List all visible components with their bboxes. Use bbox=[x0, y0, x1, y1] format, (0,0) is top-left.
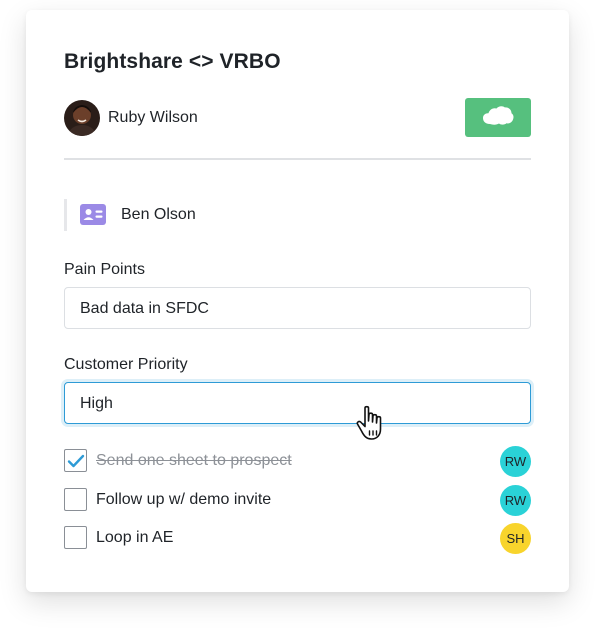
task-label: Send one sheet to prospect bbox=[96, 452, 292, 469]
task-label: Loop in AE bbox=[96, 529, 174, 546]
task-item: Loop in AE SH bbox=[64, 523, 531, 554]
owner-avatar[interactable] bbox=[64, 100, 100, 136]
customer-priority-label: Customer Priority bbox=[64, 356, 188, 373]
deal-title: Brightshare <> VRBO bbox=[64, 50, 281, 73]
checkmark-icon bbox=[67, 454, 85, 468]
contact-card-icon bbox=[80, 204, 106, 225]
pain-points-field[interactable]: Bad data in SFDC bbox=[64, 287, 531, 329]
header-divider bbox=[64, 158, 531, 160]
customer-priority-field[interactable]: High bbox=[64, 382, 531, 424]
owner-row: Ruby Wilson bbox=[64, 98, 531, 138]
assignee-avatar[interactable]: SH bbox=[500, 523, 531, 554]
task-checkbox[interactable] bbox=[64, 449, 87, 472]
assignee-avatar[interactable]: RW bbox=[500, 485, 531, 516]
task-item: Send one sheet to prospect RW bbox=[64, 446, 531, 477]
deal-card: Brightshare <> VRBO Ruby Wilson Ben Olso… bbox=[26, 10, 569, 592]
task-label: Follow up w/ demo invite bbox=[96, 491, 272, 508]
task-item: Follow up w/ demo invite RW bbox=[64, 485, 531, 516]
assignee-avatar[interactable]: RW bbox=[500, 446, 531, 477]
task-checkbox[interactable] bbox=[64, 488, 87, 511]
contact-row[interactable]: Ben Olson bbox=[64, 199, 364, 231]
contact-name: Ben Olson bbox=[121, 206, 196, 223]
salesforce-button[interactable] bbox=[465, 98, 531, 137]
owner-name: Ruby Wilson bbox=[108, 109, 198, 126]
hand-pointer-cursor-icon bbox=[352, 404, 392, 444]
salesforce-cloud-icon bbox=[482, 104, 514, 131]
pain-points-label: Pain Points bbox=[64, 261, 145, 278]
task-checkbox[interactable] bbox=[64, 526, 87, 549]
